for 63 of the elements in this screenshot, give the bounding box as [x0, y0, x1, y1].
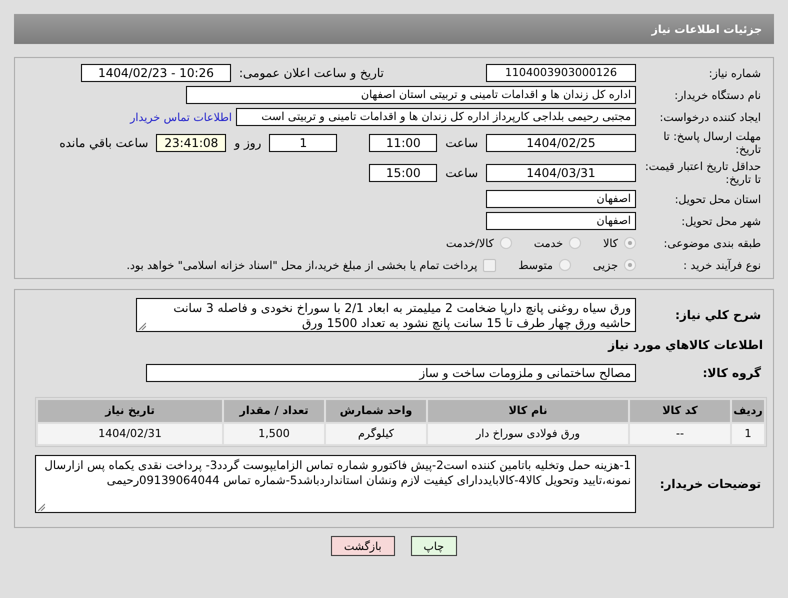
field-label: ایجاد کننده درخواست: [658, 110, 762, 124]
field-label: حداقل تاریخ اعتبار قیمت: تا تاریخ: [644, 160, 762, 186]
remaining-time-field: 23:41:08 [156, 134, 226, 152]
radio-label: کالا/خدمت [446, 236, 494, 250]
page-title: جزئیات اطلاعات نیاز [652, 22, 762, 36]
radio-label: متوسط [518, 258, 553, 272]
column-header: ردیف [732, 400, 764, 422]
checkbox-label: پرداخت تمام یا بخشی از مبلغ خرید،از محل "اسناد خزانه اسلامی" خواهد بود. [126, 258, 478, 272]
column-header: کد کالا [630, 400, 730, 422]
table-cell: 1 [732, 424, 764, 444]
field-label: گروه کالا: [702, 366, 762, 380]
radio-label: جزیی [592, 258, 618, 272]
column-header: نام کالا [428, 400, 628, 422]
column-header: تعداد / مقدار [224, 400, 324, 422]
field-label: مهلت ارسال پاسخ: تا تاریخ: [662, 130, 762, 156]
table-cell: ورق فولادی سوراخ دار [428, 424, 628, 444]
section-heading: اطلاعات کالاهاي مورد نياز [606, 338, 763, 352]
table-cell: 1,500 [224, 424, 324, 444]
field-label: شماره نیاز: [708, 66, 762, 80]
goods-group-field: مصالح ساختمانی و ملزومات ساخت و ساز [146, 364, 636, 382]
resize-handle-icon[interactable] [37, 503, 45, 511]
radio-button[interactable] [500, 237, 512, 249]
table-cell: -- [630, 424, 730, 444]
field-label: ساعت [445, 166, 478, 180]
validity-date-field: 1404/03/31 [486, 164, 636, 182]
print-button[interactable]: چاپ [410, 536, 458, 556]
field-label: استان محل تحویل: [674, 192, 762, 206]
field-label: توضیحات خریدار: [658, 477, 762, 491]
checkbox[interactable] [483, 258, 496, 272]
days-field: 1 [269, 134, 338, 152]
buyer-contact-link[interactable]: اطلاعات تماس خریدار [130, 110, 232, 124]
field-label: ساعت باقي مانده [59, 136, 148, 150]
resize-handle-icon[interactable] [138, 322, 146, 330]
radio-button[interactable] [624, 259, 636, 271]
announce-date-field: 1404/02/23 - 10:26 [81, 64, 231, 82]
deadline-time-field: 11:00 [369, 134, 438, 152]
back-button[interactable]: بازگشت [330, 536, 395, 556]
field-label: ساعت [445, 136, 478, 150]
validity-time-field: 15:00 [369, 164, 438, 182]
description-field: ورق سیاه روغنی پانچ دارپا ضخامت 2 میلیمتر به ابعاد 2/1 با سوراخ نخودی و فاصله 3 سانت حاشیه ورق چهار طرف تا 15 سانت پانچ نشود به تعداد 1500 ورق [136, 298, 636, 332]
radio-label: خدمت [534, 236, 564, 250]
province-field: اصفهان [486, 190, 636, 208]
buyer-org-field: اداره کل زندان ها و اقدامات تامینی و تربیتی استان اصفهان [186, 86, 636, 104]
column-header: واحد شمارش [326, 400, 426, 422]
deadline-date-field: 1404/02/25 [486, 134, 636, 152]
need-number-field: 1104003903000126 [486, 64, 636, 82]
radio-label: کالا [603, 236, 618, 250]
creator-field: مجتبی رحیمی بلداجی کارپرداز اداره کل زندان ها و اقدامات تامینی و تربیتی است [236, 108, 636, 126]
field-label: طبقه بندی موضوعی: [662, 236, 762, 250]
radio-button[interactable] [558, 259, 571, 271]
field-label: روز و [234, 136, 262, 150]
table-cell: 1404/02/31 [38, 424, 222, 444]
field-label: تاریخ و ساعت اعلان عمومی: [239, 66, 384, 80]
column-header: تاریخ نیاز [38, 400, 222, 422]
field-label: نام دستگاه خریدار: [673, 88, 762, 102]
city-field: اصفهان [486, 212, 636, 230]
radio-button[interactable] [569, 237, 582, 249]
buyer-notes-field: 1-هزینه حمل وتخلیه باتامین کننده است2-پیش فاکتورو شماره تماس الزامایپوست گردد3- پرداخت نقدی یکماه پس ازارسال نمونه،تایید وتحویل کالا4-کالابایددارای کیفیت لازم ونشان استانداردباشد5-شماره تماس 09139064044رحیمی [35, 455, 636, 513]
table-cell: کیلوگرم [326, 424, 426, 444]
radio-button[interactable] [624, 237, 636, 249]
field-label: شهر محل تحویل: [680, 214, 762, 228]
field-label: شرح کلي نياز: [674, 308, 762, 322]
field-label: نوع فرآیند خرید : [682, 258, 762, 272]
